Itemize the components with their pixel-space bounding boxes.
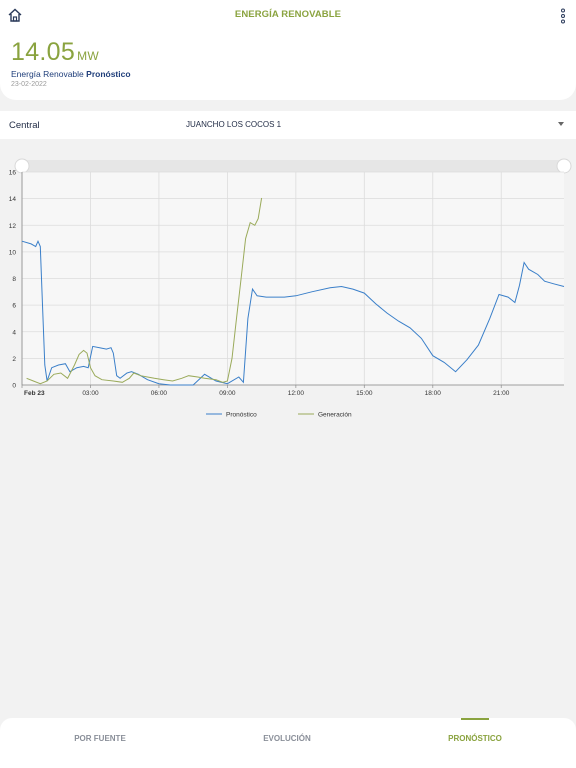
x-tick-label: 06:00 [151,390,168,397]
active-tab-indicator [461,718,489,720]
y-tick-label: 4 [12,329,16,336]
selector-value: JUANCHO LOS COCOS 1 [186,120,282,129]
bottom-navigation: POR FUENTE EVOLUCIÓN PRONÓSTICO [0,718,576,768]
central-selector[interactable]: Central JUANCHO LOS COCOS 1 [0,111,576,139]
x-tick-label: 18:00 [425,390,442,397]
forecast-chart: 0 2 4 6 8 10 12 14 16 Feb 23 03:00 06:00 09:00 12:00 1… [9,158,572,419]
y-tick-label: 0 [12,383,16,390]
tab-evolucion[interactable]: EVOLUCIÓN [217,734,357,743]
x-tick-label: 03:00 [82,390,99,397]
subtitle: Energía Renovable Pronóstico [11,69,131,79]
subtitle-strong: Pronóstico [86,69,131,79]
x-tick-label: Feb 23 [24,390,45,397]
selector-label: Central [9,120,40,131]
tab-pronostico[interactable]: PRONÓSTICO [405,734,545,743]
x-tick-label: 15:00 [356,390,373,397]
range-handle-left[interactable] [14,158,30,174]
more-options-button[interactable] [559,8,567,24]
y-tick-label: 2 [12,356,16,363]
x-tick-label: 21:00 [493,390,510,397]
range-handle-right[interactable] [556,158,572,174]
date-label: 23-02-2022 [11,81,47,88]
range-navigator [22,160,564,172]
y-tick-label: 6 [12,303,16,310]
power-number: 14.05 [11,38,76,66]
y-tick-label: 10 [9,249,17,256]
y-tick-label: 16 [9,170,17,177]
legend-label: Pronóstico [226,412,257,419]
y-tick-label: 12 [9,223,17,230]
tab-por-fuente[interactable]: POR FUENTE [30,734,170,743]
subtitle-prefix: Energía Renovable [11,69,84,79]
y-tick-label: 8 [12,276,16,283]
x-tick-label: 12:00 [288,390,305,397]
y-tick-label: 14 [9,196,17,203]
more-vertical-icon [561,8,565,24]
app-title: ENERGÍA RENOVABLE [234,9,342,20]
chevron-down-icon [558,122,564,126]
power-unit: MW [77,49,99,63]
header-card: ENERGÍA RENOVABLE 14.05 MW Energía Renova… [0,0,576,100]
x-tick-label: 09:00 [219,390,236,397]
legend-label: Generación [318,412,352,419]
current-power-value: 14.05 MW [11,38,99,67]
